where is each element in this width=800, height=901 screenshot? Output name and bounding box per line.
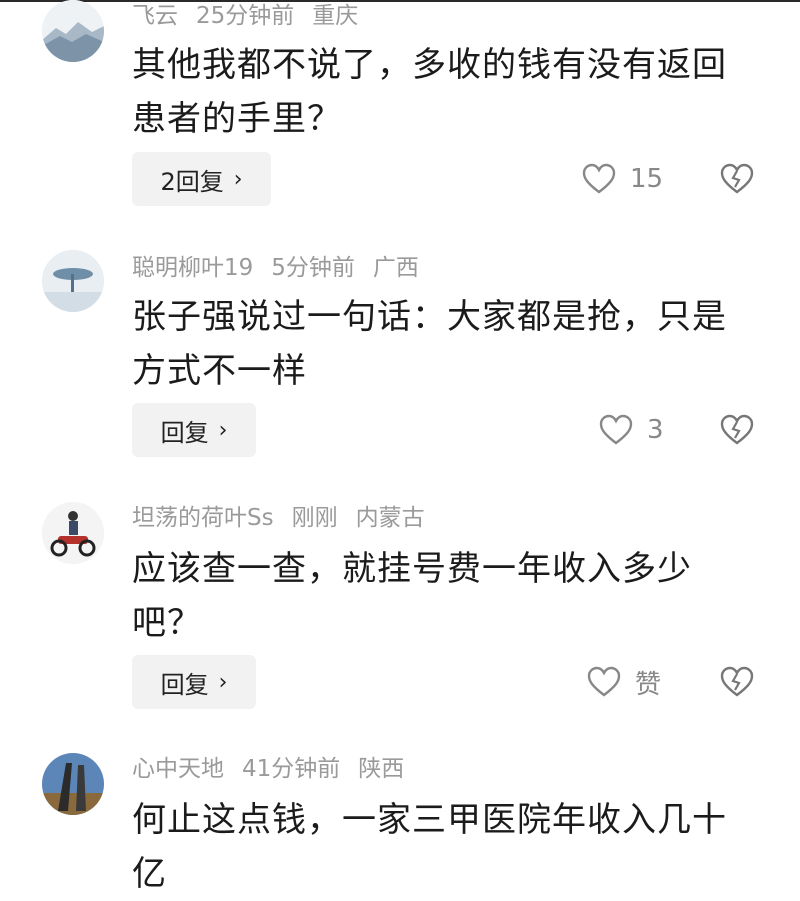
location: 内蒙古 <box>355 505 425 531</box>
username[interactable]: 聪明柳叶19 <box>132 255 253 281</box>
top-divider <box>0 0 800 2</box>
sky-sculpture-icon <box>42 753 104 815</box>
avatar[interactable] <box>42 250 104 312</box>
reply-button[interactable]: 2回复 › <box>132 152 271 206</box>
reply-button[interactable]: 回复 › <box>132 403 256 457</box>
comment-meta: 心中天地 41分钟前 陕西 <box>132 753 422 785</box>
timestamp: 25分钟前 <box>196 3 295 29</box>
like-button[interactable]: 赞 <box>587 655 661 709</box>
comment-meta: 坦荡的荷叶Ss 刚刚 内蒙古 <box>132 502 443 534</box>
username[interactable]: 坦荡的荷叶Ss <box>132 505 274 531</box>
comment-text: 张子强说过一句话：大家都是抢，只是方式不一样 <box>132 297 727 391</box>
chevron-right-icon: › <box>218 669 228 695</box>
ink-landscape-icon <box>42 0 104 62</box>
comment-text: 应该查一查，就挂号费一年收入多少吧？ <box>132 549 692 643</box>
broken-heart-icon[interactable] <box>720 413 754 447</box>
timestamp: 41分钟前 <box>242 756 341 782</box>
heart-icon <box>599 414 633 445</box>
like-button[interactable]: 3 <box>599 403 664 457</box>
broken-heart-icon[interactable] <box>720 665 754 699</box>
heart-icon <box>582 163 616 194</box>
like-button[interactable]: 15 <box>582 152 663 206</box>
timestamp: 刚刚 <box>291 505 338 531</box>
username[interactable]: 心中天地 <box>132 756 224 782</box>
username[interactable]: 飞云 <box>132 3 178 29</box>
chevron-right-icon: › <box>218 417 228 443</box>
heart-icon <box>587 666 621 697</box>
location: 陕西 <box>358 756 405 782</box>
reply-label: 回复 <box>160 670 209 699</box>
avatar[interactable] <box>42 0 104 62</box>
like-label: 赞 <box>635 669 662 700</box>
chevron-right-icon: › <box>233 166 243 192</box>
reply-button[interactable]: 回复 › <box>132 655 256 709</box>
motorcycle-rider-icon <box>42 502 104 564</box>
avatar[interactable] <box>42 502 104 564</box>
like-count: 3 <box>647 415 664 445</box>
like-count: 15 <box>630 164 664 194</box>
tree-landscape-icon <box>42 250 104 312</box>
timestamp: 5分钟前 <box>271 255 355 281</box>
comment-meta: 飞云 25分钟前 重庆 <box>132 0 376 32</box>
location: 重庆 <box>312 3 359 29</box>
comment-text: 其他我都不说了，多收的钱有没有返回患者的手里？ <box>132 45 727 139</box>
broken-heart-icon[interactable] <box>720 162 754 196</box>
comment-meta: 聪明柳叶19 5分钟前 广西 <box>132 252 437 284</box>
avatar[interactable] <box>42 753 104 815</box>
comment-text: 何止这点钱，一家三甲医院年收入几十亿 <box>132 800 727 894</box>
reply-label: 回复 <box>160 418 209 447</box>
reply-label: 2回复 <box>160 167 224 196</box>
location: 广西 <box>372 255 419 281</box>
